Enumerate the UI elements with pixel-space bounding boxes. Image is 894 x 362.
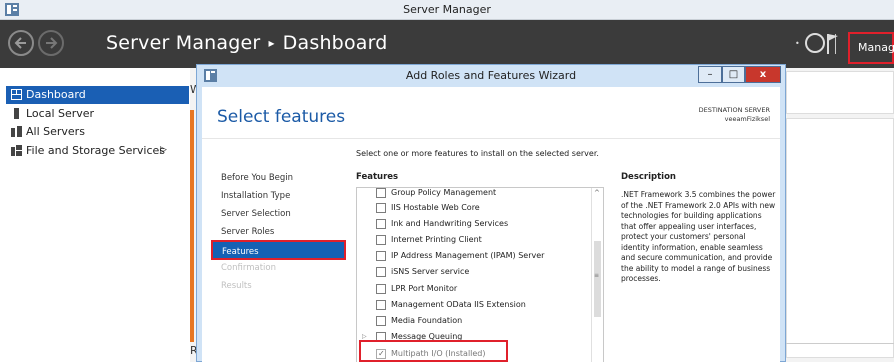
expand-arrow-icon[interactable]: ▷ — [362, 333, 367, 340]
feature-label: iSNS Server service — [391, 267, 470, 276]
accent-strip — [190, 110, 194, 342]
dashboard-icon — [11, 89, 22, 100]
window-title: Server Manager — [403, 3, 491, 16]
forward-button[interactable] — [38, 30, 64, 56]
step-server-selection[interactable]: Server Selection — [221, 209, 291, 219]
add-roles-features-wizard: Add Roles and Features Wizard – □ x Sele… — [196, 64, 786, 362]
servers-icon — [11, 126, 22, 137]
step-server-roles[interactable]: Server Roles — [221, 227, 274, 237]
scroll-grip-icon: ≡ — [594, 272, 600, 279]
sidebar-item-file-storage[interactable]: File and Storage Services ▷ — [6, 142, 186, 160]
scrollbar-thumb[interactable] — [594, 241, 601, 317]
feature-checkbox[interactable] — [376, 267, 386, 277]
step-confirmation: Confirmation — [221, 263, 276, 273]
breadcrumb-app[interactable]: Server Manager — [106, 32, 260, 54]
feature-label: Management OData IIS Extension — [391, 300, 526, 309]
features-scrollbar[interactable]: ^ ≡ — [591, 188, 603, 362]
breadcrumb-page: Dashboard — [282, 32, 388, 54]
manage-menu[interactable]: Manage — [848, 32, 894, 64]
feature-label: Media Foundation — [391, 316, 463, 325]
navigation-sidebar: Dashboard Local Server All Servers File … — [0, 68, 190, 362]
instruction-text: Select one or more features to install o… — [356, 149, 599, 158]
feature-item[interactable]: Ink and Handwriting Services — [376, 218, 508, 234]
sidebar-item-dashboard[interactable]: Dashboard — [6, 86, 189, 104]
server-manager-window: Server Manager Server Manager ▸ Dashboard … — [0, 0, 894, 362]
feature-checkbox[interactable] — [376, 284, 386, 294]
wizard-titlebar: Add Roles and Features Wizard – □ x — [197, 65, 785, 87]
sidebar-item-label: File and Storage Services — [26, 144, 166, 157]
destination-server-label: DESTINATION SERVER — [698, 106, 770, 114]
features-list[interactable]: Group Policy Management IIS Hostable Web… — [356, 187, 604, 362]
sidebar-item-label: All Servers — [26, 125, 85, 138]
dashboard-panel — [786, 118, 894, 358]
sidebar-item-local-server[interactable]: Local Server — [6, 105, 94, 123]
dashboard-panel — [786, 71, 894, 114]
feature-label: Ink and Handwriting Services — [391, 219, 509, 228]
feature-label: LPR Port Monitor — [391, 284, 458, 293]
back-arrow-icon — [14, 37, 26, 49]
breadcrumb-separator: ▸ — [268, 36, 275, 50]
dropdown-icon[interactable]: • — [795, 39, 800, 48]
feature-item[interactable]: Internet Printing Client — [376, 234, 482, 250]
step-features[interactable]: Features — [211, 240, 346, 260]
feature-item[interactable]: LPR Port Monitor — [376, 283, 457, 299]
feature-label: IP Address Management (IPAM) Server — [391, 251, 545, 260]
wizard-title: Add Roles and Features Wizard — [405, 69, 577, 82]
feature-label: Internet Printing Client — [391, 235, 482, 244]
sidebar-item-label: Dashboard — [26, 88, 86, 101]
highlight-installed-feature — [359, 340, 508, 362]
step-results: Results — [221, 281, 252, 291]
feature-item[interactable]: IIS Hostable Web Core — [376, 202, 480, 218]
sidebar-item-all-servers[interactable]: All Servers — [6, 123, 85, 141]
feature-checkbox[interactable] — [376, 203, 386, 213]
server-icon — [14, 108, 19, 119]
window-titlebar: Server Manager — [0, 0, 894, 20]
expand-arrow-icon[interactable]: ▷ — [160, 142, 167, 159]
storage-icon — [11, 145, 22, 156]
scroll-up-icon[interactable]: ^ — [594, 189, 600, 197]
divider — [786, 343, 894, 344]
feature-checkbox[interactable] — [376, 316, 386, 326]
app-header: Server Manager ▸ Dashboard • Manage — [0, 20, 894, 68]
minimize-button[interactable]: – — [698, 66, 722, 83]
page-title: Select features — [217, 107, 346, 127]
feature-checkbox[interactable] — [376, 188, 386, 198]
feature-item[interactable]: Management OData IIS Extension — [376, 299, 526, 315]
feature-item[interactable]: iSNS Server service — [376, 266, 469, 282]
feature-item[interactable]: IP Address Management (IPAM) Server — [376, 250, 544, 266]
maximize-button[interactable]: □ — [722, 66, 745, 83]
step-before-you-begin[interactable]: Before You Begin — [221, 173, 293, 183]
feature-checkbox[interactable] — [376, 251, 386, 261]
feature-checkbox[interactable] — [376, 235, 386, 245]
forward-arrow-icon — [46, 37, 58, 49]
flag-icon[interactable] — [826, 33, 840, 55]
close-button[interactable]: x — [745, 66, 781, 83]
feature-checkbox[interactable] — [376, 300, 386, 310]
feature-item[interactable]: Media Foundation — [376, 315, 462, 331]
features-header: Features — [356, 172, 399, 182]
step-installation-type[interactable]: Installation Type — [221, 191, 290, 201]
feature-item[interactable]: Group Policy Management — [376, 188, 497, 203]
feature-label: IIS Hostable Web Core — [391, 203, 480, 212]
feature-checkbox[interactable] — [376, 219, 386, 229]
refresh-icon[interactable] — [805, 33, 825, 53]
back-button[interactable] — [8, 30, 34, 56]
breadcrumb: Server Manager ▸ Dashboard — [106, 32, 388, 54]
description-text: .NET Framework 3.5 combines the power of… — [621, 190, 776, 283]
description-header: Description — [621, 172, 676, 182]
destination-server-value: veeamFiziksel — [724, 115, 770, 123]
feature-label: Group Policy Management — [391, 188, 497, 197]
sidebar-item-label: Local Server — [26, 107, 95, 120]
divider — [202, 138, 780, 139]
wizard-body: Select features DESTINATION SERVER veeam… — [202, 87, 780, 362]
